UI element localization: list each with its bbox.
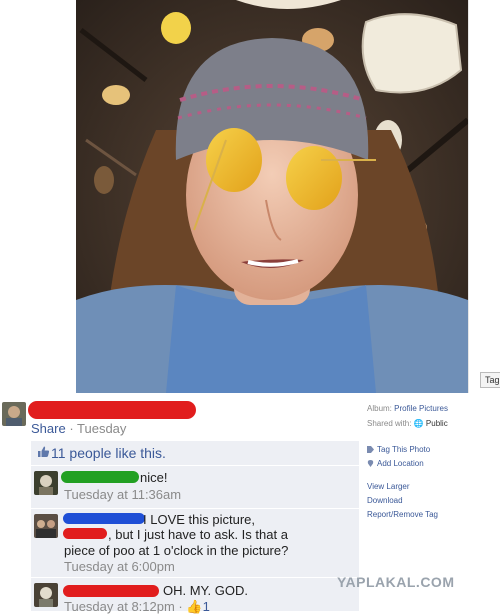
shared-with-label: Shared with: <box>367 419 412 428</box>
tag-icon <box>367 446 374 453</box>
album-label: Album: <box>367 404 392 413</box>
photo-image <box>76 0 468 393</box>
comment-like-count[interactable]: 1 <box>203 599 210 614</box>
comment-text: OH. MY. GOD. <box>163 583 248 598</box>
photo-side-panel <box>468 0 500 393</box>
view-larger-link[interactable]: View Larger <box>367 482 410 491</box>
album-link[interactable]: Profile Pictures <box>394 404 448 413</box>
privacy-info: Shared with: 🌐 Public <box>367 419 448 428</box>
comment: I LOVE this picture, , but I just have t… <box>31 509 359 577</box>
comment-time[interactable]: Tuesday at 11:36am <box>64 487 181 502</box>
redacted-commenter-name <box>63 513 145 524</box>
comment-like-icon[interactable]: 👍 <box>186 599 202 614</box>
post-meta: Share · Tuesday <box>31 421 126 436</box>
comment-text: nice! <box>140 470 168 485</box>
poster-avatar[interactable] <box>2 402 26 426</box>
photo[interactable] <box>76 0 468 393</box>
comment-time-link[interactable]: Tuesday at 8:12pm <box>64 599 175 614</box>
tag-photo-link[interactable]: Tag This Photo <box>367 445 430 454</box>
commenter-avatar[interactable] <box>34 514 58 538</box>
comment: OH. MY. GOD. Tuesday at 8:12pm · 👍1 <box>31 578 359 614</box>
post-time[interactable]: Tuesday <box>77 421 126 436</box>
comment-text-line2: , but I just have to ask. Is that a <box>108 527 288 542</box>
redacted-poster-name <box>28 401 196 419</box>
download-link[interactable]: Download <box>367 496 403 505</box>
meta-separator: · <box>65 421 78 436</box>
comment: nice! Tuesday at 11:36am <box>31 466 359 508</box>
location-pin-icon <box>367 460 374 467</box>
comment-time[interactable]: Tuesday at 6:00pm <box>64 559 175 574</box>
comment-text-line1: I LOVE this picture, <box>143 512 255 527</box>
comment-time: Tuesday at 8:12pm · 👍1 <box>64 599 210 614</box>
likes-count-link[interactable]: 11 people like this. <box>51 445 166 461</box>
likes-bar: 11 people like this. <box>31 441 359 465</box>
tag-photo-label: Tag This Photo <box>377 445 431 454</box>
redacted-commenter-name <box>61 471 139 483</box>
add-location-link[interactable]: Add Location <box>367 459 424 468</box>
redacted-mention <box>63 528 107 539</box>
globe-icon: 🌐 <box>413 419 424 428</box>
report-remove-tag-link[interactable]: Report/Remove Tag <box>367 510 438 519</box>
share-link[interactable]: Share <box>31 421 66 436</box>
thumbs-up-icon <box>38 446 50 457</box>
album-info: Album: Profile Pictures <box>367 404 448 413</box>
privacy-selector[interactable]: Public <box>426 419 448 428</box>
commenter-avatar[interactable] <box>34 471 58 495</box>
watermark: YAPLAKAL.COM <box>337 574 455 590</box>
comment-text-line3: piece of poo at 1 o'clock in the picture… <box>64 543 289 558</box>
redacted-commenter-name <box>63 585 159 597</box>
tag-button[interactable]: Tag <box>480 372 500 388</box>
commenter-avatar[interactable] <box>34 583 58 607</box>
add-location-label: Add Location <box>377 459 424 468</box>
